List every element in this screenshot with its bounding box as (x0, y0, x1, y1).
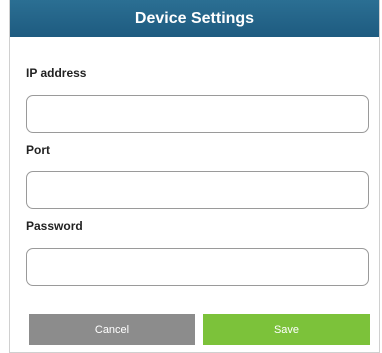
ip-address-label: IP address (26, 66, 87, 80)
password-input[interactable] (26, 248, 369, 286)
device-settings-dialog: Device Settings IP address Port Password… (9, 0, 380, 353)
password-label: Password (26, 219, 83, 233)
dialog-title: Device Settings (10, 0, 379, 37)
port-label: Port (26, 143, 50, 157)
ip-address-input[interactable] (26, 95, 369, 133)
save-button[interactable]: Save (203, 314, 370, 345)
cancel-button[interactable]: Cancel (29, 314, 195, 345)
port-input[interactable] (26, 171, 369, 209)
